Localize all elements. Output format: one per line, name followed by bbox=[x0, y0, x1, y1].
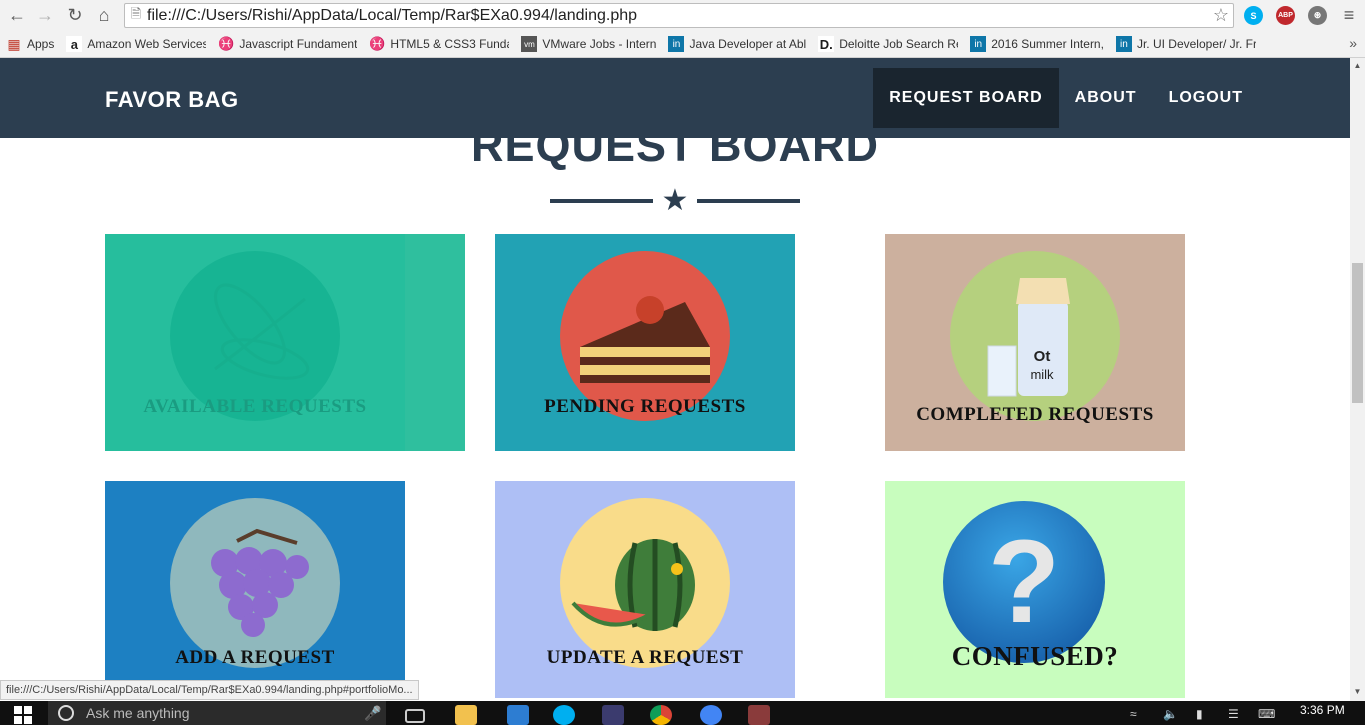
bookmark-item[interactable]: a Amazon Web Services bbox=[66, 36, 206, 52]
file-explorer-icon[interactable] bbox=[455, 705, 477, 725]
taskbar-search[interactable]: Ask me anything 🎤 bbox=[48, 701, 386, 725]
skype-extension-icon[interactable]: S bbox=[1244, 6, 1263, 25]
keyboard-icon[interactable]: ⌨ bbox=[1258, 707, 1275, 721]
scroll-down-icon[interactable]: ▼ bbox=[1353, 687, 1362, 696]
milk-icon: Ot milk bbox=[987, 278, 1070, 397]
menu-icon[interactable]: ≡ bbox=[1336, 2, 1362, 28]
skype-icon[interactable] bbox=[553, 705, 575, 725]
bookmarks-bar: ▦ Apps a Amazon Web Services ♓ Javascript F… bbox=[0, 31, 1365, 58]
battery-icon[interactable]: ▮ bbox=[1196, 707, 1203, 721]
scroll-up-icon[interactable]: ▲ bbox=[1353, 61, 1362, 70]
tile-caption: AVAILABLE REQUESTS bbox=[143, 396, 367, 417]
forward-icon[interactable]: → bbox=[32, 2, 58, 28]
grapes-icon bbox=[211, 528, 309, 637]
svg-text:milk: milk bbox=[1030, 367, 1054, 382]
taskbar-clock[interactable]: 3:36 PM bbox=[1300, 703, 1345, 717]
course-icon: ♓ bbox=[218, 36, 235, 51]
watermelon-icon bbox=[571, 539, 695, 631]
site-navbar: FAVOR BAG REQUEST BOARD ABOUT LOGOUT bbox=[0, 58, 1350, 138]
bookmark-item[interactable]: ▦ Apps bbox=[6, 36, 54, 52]
chrome-alt-icon[interactable] bbox=[700, 705, 722, 725]
bookmarks-overflow-icon[interactable]: » bbox=[1349, 35, 1357, 51]
question-icon: ? bbox=[987, 516, 1061, 648]
windows-taskbar: Ask me anything 🎤 ≈ 🔈 ▮ ☰ ⌨ 3:36 PM bbox=[0, 701, 1365, 725]
browser-toolbar: ← → ↻ ⌂ 🗎 file:///C:/Users/Rishi/AppData… bbox=[0, 0, 1365, 31]
address-bar[interactable]: 🗎 file:///C:/Users/Rishi/AppData/Local/T… bbox=[124, 3, 1234, 28]
tile-add-request[interactable]: ADD A REQUEST bbox=[105, 481, 405, 698]
apps-grid-icon: ▦ bbox=[7, 36, 21, 52]
page-viewport: REQUEST BOARD ★ FAVOR BAG REQUEST BOARD … bbox=[0, 58, 1350, 701]
tile-available-requests[interactable]: AVAILABLE REQUESTS bbox=[105, 234, 465, 451]
taskbar-search-placeholder: Ask me anything bbox=[86, 705, 190, 721]
adblock-extension-icon[interactable]: ABP bbox=[1276, 6, 1295, 25]
deloitte-icon: D. bbox=[818, 36, 835, 52]
bookmark-item[interactable]: D. Deloitte Job Search Re bbox=[818, 36, 958, 52]
notification-icon[interactable]: ☰ bbox=[1228, 707, 1239, 721]
cortana-icon bbox=[58, 705, 74, 721]
nav-request-board[interactable]: REQUEST BOARD bbox=[873, 68, 1059, 128]
hover-strip bbox=[405, 234, 465, 451]
home-icon[interactable]: ⌂ bbox=[91, 2, 117, 28]
cake-icon bbox=[580, 296, 710, 383]
bookmark-item[interactable]: in Jr. UI Developer/ Jr. Fr bbox=[1115, 36, 1256, 52]
tile-caption: UPDATE A REQUEST bbox=[546, 647, 744, 668]
app-icon[interactable] bbox=[748, 705, 770, 725]
divider-line bbox=[697, 199, 800, 203]
tile-caption: CONFUSED? bbox=[951, 641, 1119, 671]
tile-confused[interactable]: ? CONFUSED? bbox=[885, 481, 1185, 698]
course-icon: ♓ bbox=[369, 36, 386, 51]
extension-icon[interactable]: ⊛ bbox=[1308, 6, 1327, 25]
wifi-icon[interactable]: ≈ bbox=[1130, 707, 1137, 721]
linkedin-icon: in bbox=[970, 36, 987, 52]
page-icon: 🗎 bbox=[130, 5, 142, 21]
svg-text:Ot: Ot bbox=[1034, 348, 1051, 365]
divider-line bbox=[550, 199, 653, 203]
visual-studio-icon[interactable] bbox=[602, 705, 624, 725]
vmware-icon: vm bbox=[521, 36, 538, 52]
bookmark-star-icon[interactable]: ☆ bbox=[1213, 5, 1229, 26]
microphone-icon[interactable]: 🎤 bbox=[364, 705, 381, 722]
brand-logo[interactable]: FAVOR BAG bbox=[105, 87, 239, 113]
store-icon[interactable] bbox=[507, 705, 529, 725]
bookmark-item[interactable]: ♓ Javascript Fundament bbox=[218, 36, 357, 52]
bookmark-item[interactable]: vm VMware Jobs - Intern bbox=[521, 36, 656, 52]
bookmark-item[interactable]: in 2016 Summer Intern, bbox=[970, 36, 1104, 52]
star-divider: ★ bbox=[550, 186, 800, 216]
status-bar: file:///C:/Users/Rishi/AppData/Local/Tem… bbox=[0, 680, 419, 700]
tile-caption: COMPLETED REQUESTS bbox=[916, 404, 1154, 425]
star-icon: ★ bbox=[661, 184, 689, 217]
bookmark-item[interactable]: in Java Developer at Abl bbox=[668, 36, 806, 52]
amazon-icon: a bbox=[66, 36, 83, 52]
nav-logout[interactable]: LOGOUT bbox=[1153, 68, 1259, 128]
nav-about[interactable]: ABOUT bbox=[1059, 68, 1153, 128]
page-scrollbar[interactable]: ▲ ▼ bbox=[1350, 58, 1365, 701]
tile-pending-requests[interactable]: PENDING REQUESTS bbox=[495, 234, 795, 451]
tile-caption: ADD A REQUEST bbox=[175, 647, 335, 668]
windows-start-icon[interactable] bbox=[14, 706, 32, 724]
task-view-icon[interactable] bbox=[405, 709, 425, 723]
tile-caption: PENDING REQUESTS bbox=[544, 396, 746, 417]
bookmark-item[interactable]: ♓ HTML5 & CSS3 Funda bbox=[369, 36, 509, 52]
tile-update-request[interactable]: UPDATE A REQUEST bbox=[495, 481, 795, 698]
reload-icon[interactable]: ↻ bbox=[62, 2, 88, 28]
address-url[interactable]: file:///C:/Users/Rishi/AppData/Local/Tem… bbox=[147, 7, 637, 25]
tile-completed-requests[interactable]: Ot milk COMPLETED REQUESTS bbox=[885, 234, 1185, 451]
scroll-thumb[interactable] bbox=[1352, 263, 1363, 403]
nav-links: REQUEST BOARD ABOUT LOGOUT bbox=[873, 68, 1259, 128]
chrome-icon[interactable] bbox=[650, 705, 672, 725]
volume-icon[interactable]: 🔈 bbox=[1163, 707, 1178, 721]
linkedin-icon: in bbox=[668, 36, 685, 52]
back-icon[interactable]: ← bbox=[4, 2, 30, 28]
linkedin-icon: in bbox=[1115, 36, 1132, 52]
